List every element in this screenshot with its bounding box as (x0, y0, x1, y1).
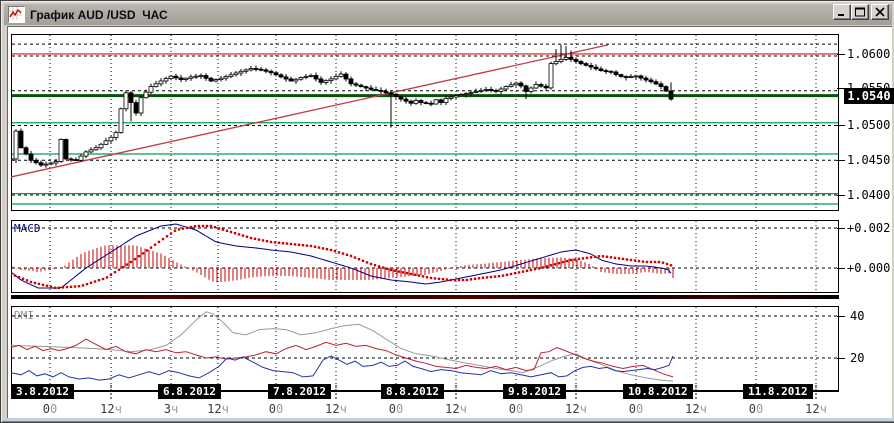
time-label: 00 (42, 402, 58, 416)
date-label: 9.8.2012 (503, 384, 566, 399)
macd-axis-label: +0.002 (847, 221, 891, 235)
time-label: 12ч (325, 402, 347, 416)
macd-tick (837, 268, 845, 269)
date-label: 6.8.2012 (158, 384, 221, 399)
time-label: 00 (268, 402, 284, 416)
minimize-icon (838, 14, 844, 16)
date-label: 11.8.2012 (743, 384, 813, 399)
time-label: 00 (388, 402, 404, 416)
candlestick-chart[interactable] (11, 34, 840, 212)
dmi-axis-label: 20 (850, 351, 865, 365)
time-label: 12ч (805, 402, 827, 416)
price-tick (837, 195, 845, 196)
macd-tick (837, 228, 845, 229)
time-label: 12ч (565, 402, 587, 416)
time-label: 12ч (685, 402, 707, 416)
window-title: График AUD /USD ЧАС (30, 7, 168, 22)
maximize-icon (855, 7, 865, 17)
chart-icon[interactable] (8, 6, 25, 23)
date-label: 10.8.2012 (623, 384, 693, 399)
date-label: 8.8.2012 (381, 384, 444, 399)
time-label: 00 (748, 402, 764, 416)
price-tick (837, 125, 845, 126)
panel-separator[interactable] (11, 295, 839, 299)
time-label: 00 (628, 402, 644, 416)
macd-chart[interactable] (11, 220, 840, 294)
time-label: 3ч (163, 402, 179, 416)
dmi-tick (837, 316, 845, 317)
macd-axis-label: +0.000 (847, 261, 891, 275)
date-label: 7.8.2012 (268, 384, 331, 399)
price-tick (837, 54, 845, 55)
close-icon (875, 7, 885, 17)
price-axis-label: 1.0450 (847, 153, 891, 167)
close-button[interactable] (871, 4, 889, 20)
price-axis-label: 1.0600 (847, 47, 891, 61)
date-label: 3.8.2012 (11, 384, 74, 399)
minimize-button[interactable] (833, 4, 851, 20)
price-axis-label: 1.0500 (847, 118, 891, 132)
chart-window: График AUD /USD ЧАС MACD DMI 1.0540 1.06… (0, 0, 894, 423)
current-price-badge: 1.0540 (844, 88, 894, 104)
time-label: 12ч (207, 402, 229, 416)
time-label: 00 (508, 402, 524, 416)
maximize-button[interactable] (851, 4, 869, 20)
dmi-tick (837, 358, 845, 359)
dmi-axis-label: 40 (850, 309, 865, 323)
price-tick (837, 160, 845, 161)
price-axis-label: 1.0400 (847, 188, 891, 202)
title-bar[interactable]: График AUD /USD ЧАС (4, 4, 892, 25)
time-label: 12ч (100, 402, 122, 416)
time-label: 12ч (445, 402, 467, 416)
